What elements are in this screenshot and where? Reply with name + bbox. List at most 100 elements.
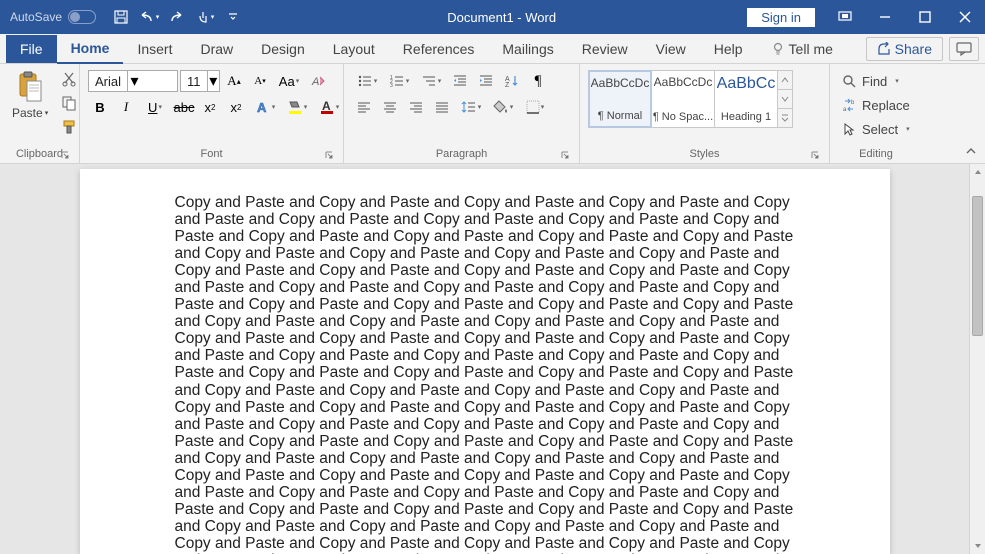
tab-mailings[interactable]: Mailings xyxy=(488,34,567,64)
collapse-ribbon-button[interactable] xyxy=(963,143,979,159)
document-body-text[interactable]: Copy and Paste and Copy and Paste and Co… xyxy=(175,194,795,554)
italic-button[interactable]: I xyxy=(114,96,138,118)
tab-view[interactable]: View xyxy=(642,34,700,64)
font-color-button[interactable]: A▾ xyxy=(314,96,344,118)
ribbon-display-button[interactable] xyxy=(825,0,865,34)
tab-insert[interactable]: Insert xyxy=(123,34,186,64)
underline-button[interactable]: U▾ xyxy=(140,96,170,118)
redo-button[interactable] xyxy=(164,3,190,31)
tab-draw[interactable]: Draw xyxy=(186,34,247,64)
scroll-up-button[interactable] xyxy=(970,164,985,180)
increase-indent-button[interactable] xyxy=(474,70,498,92)
document-title: Document1 - Word xyxy=(256,10,747,25)
style-no-spacing[interactable]: AaBbCcDc ¶ No Spac... xyxy=(651,70,715,128)
group-font: Arial▾ 11▾ A▴ A▾ Aa▾ A B I U▾ abc x2 x2 … xyxy=(80,64,344,163)
format-painter-button[interactable] xyxy=(58,116,80,138)
select-button[interactable]: Select▾ xyxy=(838,118,914,140)
tab-references[interactable]: References xyxy=(389,34,489,64)
group-clipboard: Paste▾ Clipboard xyxy=(0,64,80,163)
align-left-button[interactable] xyxy=(352,96,376,118)
tellme-label: Tell me xyxy=(789,41,833,57)
chevron-down-icon: ▾ xyxy=(127,71,141,91)
line-spacing-button[interactable]: ▾ xyxy=(456,96,486,118)
maximize-button[interactable] xyxy=(905,0,945,34)
numbering-button[interactable]: 123▾ xyxy=(384,70,414,92)
tab-design[interactable]: Design xyxy=(247,34,319,64)
share-button[interactable]: Share xyxy=(866,37,943,61)
highlight-button[interactable]: ▾ xyxy=(282,96,312,118)
font-size-value: 11 xyxy=(181,74,207,89)
undo-button[interactable]: ▾ xyxy=(136,3,162,31)
save-button[interactable] xyxy=(108,3,134,31)
styles-group-label: Styles xyxy=(690,148,720,160)
superscript-button[interactable]: x2 xyxy=(224,96,248,118)
copy-button[interactable] xyxy=(58,92,80,114)
toggle-off-icon xyxy=(68,10,96,24)
grow-font-button[interactable]: A▴ xyxy=(222,70,246,92)
minimize-button[interactable] xyxy=(865,0,905,34)
shading-button[interactable]: ▾ xyxy=(488,96,518,118)
ribbon: Paste▾ Clipboard Arial▾ 11▾ A▴ A▾ Aa▾ A … xyxy=(0,64,985,164)
styles-scroll-up[interactable] xyxy=(777,71,792,90)
comments-button[interactable] xyxy=(949,37,979,61)
align-right-button[interactable] xyxy=(404,96,428,118)
group-paragraph: ▾ 123▾ ▾ AZ ¶ ▾ ▾ ▾ Paragraph xyxy=(344,64,580,163)
qat-customize-button[interactable] xyxy=(220,3,246,31)
sort-button[interactable]: AZ xyxy=(500,70,524,92)
justify-button[interactable] xyxy=(430,96,454,118)
borders-button[interactable]: ▾ xyxy=(520,96,550,118)
multilevel-list-button[interactable]: ▾ xyxy=(416,70,446,92)
style-normal[interactable]: AaBbCcDc ¶ Normal xyxy=(588,70,652,128)
clipboard-dialog-launcher[interactable] xyxy=(59,149,71,161)
styles-expand[interactable] xyxy=(777,109,792,127)
font-name-combo[interactable]: Arial▾ xyxy=(88,70,178,92)
signin-button[interactable]: Sign in xyxy=(747,8,815,27)
cut-button[interactable] xyxy=(58,68,80,90)
font-name-value: Arial xyxy=(89,74,127,89)
font-group-label: Font xyxy=(200,148,222,160)
styles-gallery-scroll xyxy=(777,70,793,128)
font-size-combo[interactable]: 11▾ xyxy=(180,70,220,92)
clipboard-icon xyxy=(16,70,44,104)
svg-text:b: b xyxy=(851,100,855,106)
share-label: Share xyxy=(895,41,932,57)
find-button[interactable]: Find▾ xyxy=(838,70,903,92)
close-button[interactable] xyxy=(945,0,985,34)
tab-home[interactable]: Home xyxy=(57,34,124,64)
paragraph-dialog-launcher[interactable] xyxy=(559,149,571,161)
align-center-button[interactable] xyxy=(378,96,402,118)
font-dialog-launcher[interactable] xyxy=(323,149,335,161)
show-marks-button[interactable]: ¶ xyxy=(526,70,550,92)
paste-button[interactable]: Paste▾ xyxy=(8,68,52,122)
style-name: ¶ No Spac... xyxy=(653,111,713,123)
bold-button[interactable]: B xyxy=(88,96,112,118)
tab-file[interactable]: File xyxy=(6,35,57,63)
strikethrough-button[interactable]: abc xyxy=(172,96,196,118)
autosave-toggle[interactable]: AutoSave xyxy=(10,10,96,24)
tab-help[interactable]: Help xyxy=(700,34,757,64)
subscript-button[interactable]: x2 xyxy=(198,96,222,118)
styles-dialog-launcher[interactable] xyxy=(809,149,821,161)
document-page[interactable]: Copy and Paste and Copy and Paste and Co… xyxy=(80,169,890,554)
tab-tellme[interactable]: Tell me xyxy=(757,34,847,64)
titlebar: AutoSave ▾ ▾ Document1 - Word Sign in xyxy=(0,0,985,34)
tab-review[interactable]: Review xyxy=(568,34,642,64)
change-case-button[interactable]: Aa▾ xyxy=(274,70,304,92)
style-name: ¶ Normal xyxy=(598,110,642,122)
replace-button[interactable]: ba Replace xyxy=(838,94,914,116)
clear-formatting-button[interactable]: A xyxy=(306,70,330,92)
bullets-button[interactable]: ▾ xyxy=(352,70,382,92)
svg-text:a: a xyxy=(843,107,847,112)
scroll-track[interactable] xyxy=(970,180,985,538)
decrease-indent-button[interactable] xyxy=(448,70,472,92)
scroll-thumb[interactable] xyxy=(972,196,983,336)
document-area: Copy and Paste and Copy and Paste and Co… xyxy=(0,164,985,554)
scroll-down-button[interactable] xyxy=(970,538,985,554)
text-effects-button[interactable]: A▾ xyxy=(250,96,280,118)
style-heading1[interactable]: AaBbCc Heading 1 xyxy=(714,70,778,128)
tab-layout[interactable]: Layout xyxy=(319,34,389,64)
shrink-font-button[interactable]: A▾ xyxy=(248,70,272,92)
touch-mode-button[interactable]: ▾ xyxy=(192,3,218,31)
styles-scroll-down[interactable] xyxy=(777,90,792,109)
share-icon xyxy=(877,42,891,56)
